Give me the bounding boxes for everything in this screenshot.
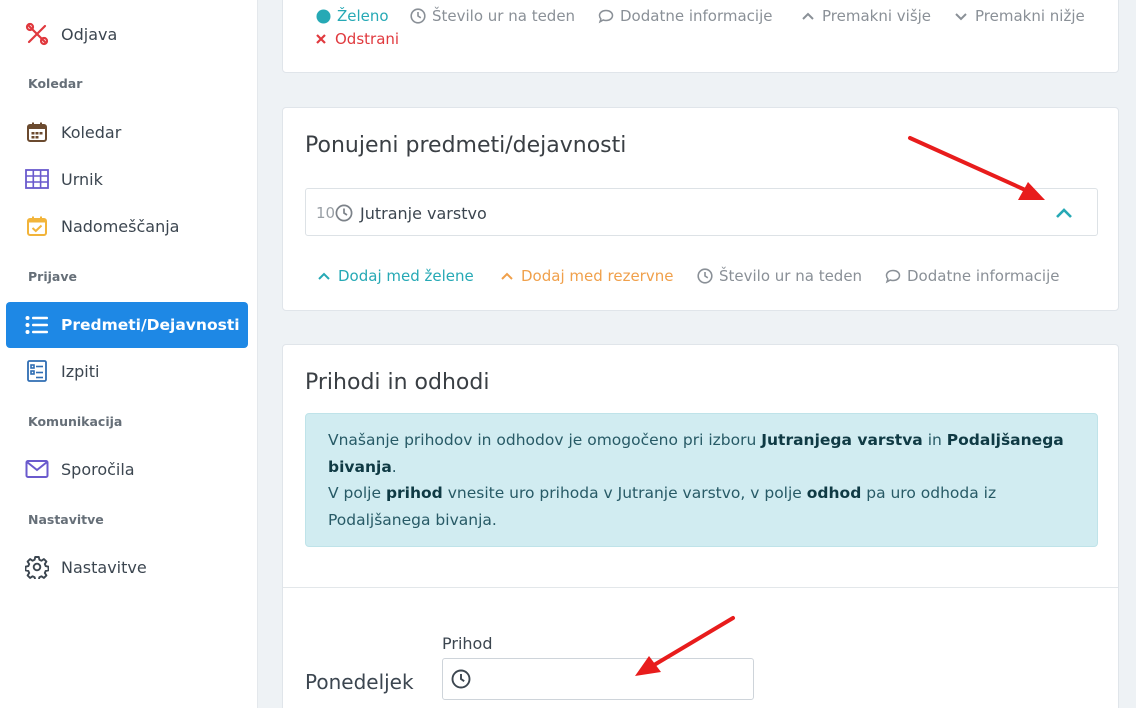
sidebar-item-label: Izpiti <box>61 361 100 381</box>
chevron-up-icon <box>316 268 332 284</box>
sidebar-item-label: Nastavitve <box>61 557 147 577</box>
chevron-down-icon <box>953 8 969 24</box>
sidebar-item-label: Nadomeščanja <box>61 216 180 236</box>
sidebar-item-nastavitve[interactable]: Nastavitve <box>6 544 248 590</box>
divider <box>283 587 1118 588</box>
clock-icon <box>451 669 471 693</box>
comment-icon <box>598 8 614 24</box>
add-to-wanted-link[interactable]: Dodaj med želene <box>316 267 474 285</box>
subject-name: Jutranje varstvo <box>360 204 487 223</box>
sidebar: Odjava Koledar Koledar Urnik Nadomeščanj… <box>0 0 258 708</box>
dot-icon <box>315 8 331 24</box>
card-title: Ponujeni predmeti/dejavnosti <box>305 133 627 158</box>
clock-icon <box>335 204 353 226</box>
clock-icon <box>697 268 713 284</box>
sidebar-item-label: Koledar <box>61 122 122 142</box>
sidebar-item-label: Odjava <box>61 24 118 44</box>
sidebar-item-izpiti[interactable]: Izpiti <box>6 348 248 394</box>
expand-chevron-up-icon[interactable] <box>1054 204 1074 226</box>
sidebar-item-nadomescanja[interactable]: Nadomeščanja <box>6 203 248 249</box>
sidebar-item-sporocila[interactable]: Sporočila <box>6 446 248 492</box>
section-label: Nastavitve <box>28 512 104 527</box>
close-icon <box>315 31 327 47</box>
hours-per-week-link[interactable]: Število ur na teden <box>410 7 575 25</box>
additional-info-link[interactable]: Dodatne informacije <box>885 267 1059 285</box>
calendar-check-icon <box>24 213 50 239</box>
subject-hours: 10 <box>316 204 336 222</box>
offered-subjects-card: Ponujeni predmeti/dejavnosti 10 Jutranje… <box>282 107 1119 311</box>
clock-icon <box>410 8 426 24</box>
sidebar-item-koledar[interactable]: Koledar <box>6 109 248 155</box>
comment-icon <box>885 268 901 284</box>
hours-per-week-link[interactable]: Število ur na teden <box>697 267 862 285</box>
zeleno-status: Želeno <box>315 7 389 25</box>
calendar-icon <box>24 119 50 145</box>
section-label: Prijave <box>28 269 77 284</box>
move-up-link[interactable]: Premakni višje <box>800 7 931 25</box>
gear-icon <box>24 554 50 580</box>
info-alert: Vnašanje prihodov in odhodov je omogočen… <box>305 413 1098 547</box>
subject-item[interactable]: 10 Jutranje varstvo <box>305 188 1098 236</box>
sidebar-item-label: Predmeti/Dejavnosti <box>61 316 240 334</box>
sidebar-item-label: Sporočila <box>61 459 135 479</box>
logout-icon <box>24 21 50 47</box>
remove-link[interactable]: Odstrani <box>315 30 399 48</box>
selected-subject-card: Želeno Število ur na teden Dodatne infor… <box>282 0 1119 73</box>
arrivals-departures-card: Prihodi in odhodi Vnašanje prihodov in o… <box>282 344 1119 708</box>
add-to-reserve-link[interactable]: Dodaj med rezervne <box>499 267 673 285</box>
checklist-icon <box>24 358 50 384</box>
list-icon <box>24 312 50 338</box>
chevron-up-icon <box>800 8 816 24</box>
additional-info-link[interactable]: Dodatne informacije <box>598 7 772 25</box>
arrival-time-input[interactable] <box>442 658 754 700</box>
chevron-up-icon <box>499 268 515 284</box>
sidebar-item-label: Urnik <box>61 169 103 189</box>
day-label: Ponedeljek <box>305 670 414 694</box>
sidebar-item-predmeti[interactable]: Predmeti/Dejavnosti <box>6 302 248 348</box>
card-title: Prihodi in odhodi <box>305 370 490 395</box>
move-down-link[interactable]: Premakni nižje <box>953 7 1085 25</box>
section-label: Koledar <box>28 76 83 91</box>
arrival-field-label: Prihod <box>442 634 493 653</box>
grid-icon <box>24 166 50 192</box>
sidebar-item-odjava[interactable]: Odjava <box>6 11 248 57</box>
sidebar-item-urnik[interactable]: Urnik <box>6 156 248 202</box>
section-label: Komunikacija <box>28 414 123 429</box>
envelope-icon <box>24 456 50 482</box>
